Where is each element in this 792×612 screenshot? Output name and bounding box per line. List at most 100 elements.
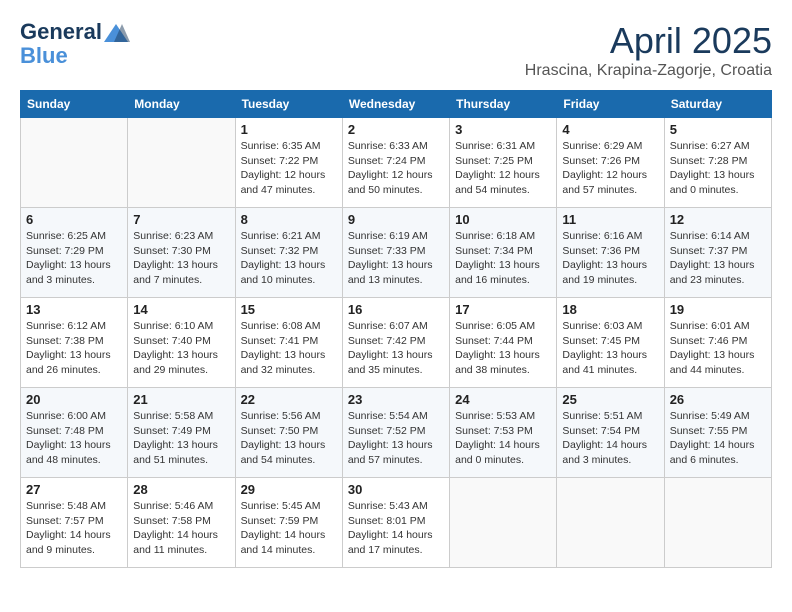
day-cell-27: 27Sunrise: 5:48 AM Sunset: 7:57 PM Dayli… (21, 478, 128, 568)
day-info: Sunrise: 5:48 AM Sunset: 7:57 PM Dayligh… (26, 499, 122, 558)
day-number: 26 (670, 392, 766, 407)
week-row-5: 27Sunrise: 5:48 AM Sunset: 7:57 PM Dayli… (21, 478, 772, 568)
month-title: April 2025 (525, 20, 772, 62)
day-info: Sunrise: 5:53 AM Sunset: 7:53 PM Dayligh… (455, 409, 551, 468)
day-info: Sunrise: 6:21 AM Sunset: 7:32 PM Dayligh… (241, 229, 337, 288)
day-info: Sunrise: 6:35 AM Sunset: 7:22 PM Dayligh… (241, 139, 337, 198)
day-number: 2 (348, 122, 444, 137)
day-info: Sunrise: 5:56 AM Sunset: 7:50 PM Dayligh… (241, 409, 337, 468)
day-info: Sunrise: 6:12 AM Sunset: 7:38 PM Dayligh… (26, 319, 122, 378)
day-cell-19: 19 Sunrise: 6:01 AM Sunset: 7:46 PM Dayli… (664, 298, 771, 388)
day-info: Sunrise: 6:07 AM Sunset: 7:42 PM Dayligh… (348, 319, 444, 378)
day-number: 6 (26, 212, 122, 227)
weekday-header-tuesday: Tuesday (235, 91, 342, 118)
day-info: Sunrise: 6:27 AM Sunset: 7:28 PM Dayligh… (670, 139, 766, 198)
day-cell-16: 16 Sunrise: 6:07 AM Sunset: 7:42 PM Dayli… (342, 298, 449, 388)
day-number: 23 (348, 392, 444, 407)
day-info: Sunrise: 5:45 AM Sunset: 7:59 PM Dayligh… (241, 499, 337, 558)
calendar-table: SundayMondayTuesdayWednesdayThursdayFrid… (20, 90, 772, 568)
day-cell-1: 1 Sunrise: 6:35 AM Sunset: 7:22 PM Daylig… (235, 118, 342, 208)
day-cell-23: 23 Sunrise: 5:54 AM Sunset: 7:52 PM Dayli… (342, 388, 449, 478)
day-number: 4 (562, 122, 658, 137)
day-info: Sunrise: 6:03 AM Sunset: 7:45 PM Dayligh… (562, 319, 658, 378)
title-block: April 2025 Hrascina, Krapina-Zagorje, Cr… (525, 20, 772, 80)
week-row-3: 13 Sunrise: 6:12 AM Sunset: 7:38 PM Dayli… (21, 298, 772, 388)
day-cell-26: 26 Sunrise: 5:49 AM Sunset: 7:55 PM Dayli… (664, 388, 771, 478)
day-cell-13: 13 Sunrise: 6:12 AM Sunset: 7:38 PM Dayli… (21, 298, 128, 388)
day-cell-2: 2 Sunrise: 6:33 AM Sunset: 7:24 PM Daylig… (342, 118, 449, 208)
day-number: 18 (562, 302, 658, 317)
day-info: Sunrise: 5:58 AM Sunset: 7:49 PM Dayligh… (133, 409, 229, 468)
day-info: Sunrise: 6:19 AM Sunset: 7:33 PM Dayligh… (348, 229, 444, 288)
weekday-header-row: SundayMondayTuesdayWednesdayThursdayFrid… (21, 91, 772, 118)
day-info: Sunrise: 6:25 AM Sunset: 7:29 PM Dayligh… (26, 229, 122, 288)
weekday-header-sunday: Sunday (21, 91, 128, 118)
weekday-header-thursday: Thursday (450, 91, 557, 118)
day-number: 25 (562, 392, 658, 407)
day-info: Sunrise: 5:51 AM Sunset: 7:54 PM Dayligh… (562, 409, 658, 468)
day-cell-9: 9 Sunrise: 6:19 AM Sunset: 7:33 PM Daylig… (342, 208, 449, 298)
day-cell-3: 3 Sunrise: 6:31 AM Sunset: 7:25 PM Daylig… (450, 118, 557, 208)
day-info: Sunrise: 6:23 AM Sunset: 7:30 PM Dayligh… (133, 229, 229, 288)
day-number: 14 (133, 302, 229, 317)
page-header: General Blue April 2025 Hrascina, Krapin… (20, 20, 772, 80)
day-cell-29: 29 Sunrise: 5:45 AM Sunset: 7:59 PM Dayli… (235, 478, 342, 568)
day-info: Sunrise: 6:01 AM Sunset: 7:46 PM Dayligh… (670, 319, 766, 378)
day-number: 28 (133, 482, 229, 497)
day-info: Sunrise: 6:00 AM Sunset: 7:48 PM Dayligh… (26, 409, 122, 468)
day-number: 11 (562, 212, 658, 227)
day-info: Sunrise: 5:46 AM Sunset: 7:58 PM Dayligh… (133, 499, 229, 558)
day-info: Sunrise: 6:05 AM Sunset: 7:44 PM Dayligh… (455, 319, 551, 378)
day-cell-28: 28 Sunrise: 5:46 AM Sunset: 7:58 PM Dayli… (128, 478, 235, 568)
day-info: Sunrise: 6:18 AM Sunset: 7:34 PM Dayligh… (455, 229, 551, 288)
day-number: 17 (455, 302, 551, 317)
day-cell-21: 21Sunrise: 5:58 AM Sunset: 7:49 PM Dayli… (128, 388, 235, 478)
day-info: Sunrise: 5:54 AM Sunset: 7:52 PM Dayligh… (348, 409, 444, 468)
day-cell-24: 24Sunrise: 5:53 AM Sunset: 7:53 PM Dayli… (450, 388, 557, 478)
day-cell-20: 20 Sunrise: 6:00 AM Sunset: 7:48 PM Dayli… (21, 388, 128, 478)
weekday-header-friday: Friday (557, 91, 664, 118)
day-number: 13 (26, 302, 122, 317)
empty-cell (128, 118, 235, 208)
day-number: 19 (670, 302, 766, 317)
day-info: Sunrise: 6:10 AM Sunset: 7:40 PM Dayligh… (133, 319, 229, 378)
logo-text: General Blue (20, 20, 130, 68)
day-cell-5: 5 Sunrise: 6:27 AM Sunset: 7:28 PM Daylig… (664, 118, 771, 208)
day-number: 12 (670, 212, 766, 227)
day-number: 15 (241, 302, 337, 317)
week-row-4: 20 Sunrise: 6:00 AM Sunset: 7:48 PM Dayli… (21, 388, 772, 478)
day-cell-8: 8 Sunrise: 6:21 AM Sunset: 7:32 PM Daylig… (235, 208, 342, 298)
day-info: Sunrise: 6:31 AM Sunset: 7:25 PM Dayligh… (455, 139, 551, 198)
day-cell-15: 15 Sunrise: 6:08 AM Sunset: 7:41 PM Dayli… (235, 298, 342, 388)
day-cell-10: 10Sunrise: 6:18 AM Sunset: 7:34 PM Dayli… (450, 208, 557, 298)
day-number: 8 (241, 212, 337, 227)
empty-cell (21, 118, 128, 208)
day-number: 3 (455, 122, 551, 137)
logo-blue: Blue (20, 43, 68, 68)
weekday-header-monday: Monday (128, 91, 235, 118)
weekday-header-wednesday: Wednesday (342, 91, 449, 118)
week-row-2: 6 Sunrise: 6:25 AM Sunset: 7:29 PM Daylig… (21, 208, 772, 298)
day-cell-30: 30Sunrise: 5:43 AM Sunset: 8:01 PM Dayli… (342, 478, 449, 568)
day-number: 5 (670, 122, 766, 137)
day-number: 29 (241, 482, 337, 497)
day-number: 20 (26, 392, 122, 407)
day-number: 1 (241, 122, 337, 137)
day-cell-7: 7Sunrise: 6:23 AM Sunset: 7:30 PM Daylig… (128, 208, 235, 298)
weekday-header-saturday: Saturday (664, 91, 771, 118)
day-cell-4: 4 Sunrise: 6:29 AM Sunset: 7:26 PM Daylig… (557, 118, 664, 208)
day-number: 22 (241, 392, 337, 407)
day-cell-22: 22 Sunrise: 5:56 AM Sunset: 7:50 PM Dayli… (235, 388, 342, 478)
empty-cell (664, 478, 771, 568)
day-number: 16 (348, 302, 444, 317)
day-info: Sunrise: 6:08 AM Sunset: 7:41 PM Dayligh… (241, 319, 337, 378)
day-info: Sunrise: 6:33 AM Sunset: 7:24 PM Dayligh… (348, 139, 444, 198)
empty-cell (557, 478, 664, 568)
empty-cell (450, 478, 557, 568)
day-info: Sunrise: 6:29 AM Sunset: 7:26 PM Dayligh… (562, 139, 658, 198)
day-info: Sunrise: 5:49 AM Sunset: 7:55 PM Dayligh… (670, 409, 766, 468)
week-row-1: 1 Sunrise: 6:35 AM Sunset: 7:22 PM Daylig… (21, 118, 772, 208)
day-number: 30 (348, 482, 444, 497)
day-cell-18: 18 Sunrise: 6:03 AM Sunset: 7:45 PM Dayli… (557, 298, 664, 388)
day-number: 9 (348, 212, 444, 227)
